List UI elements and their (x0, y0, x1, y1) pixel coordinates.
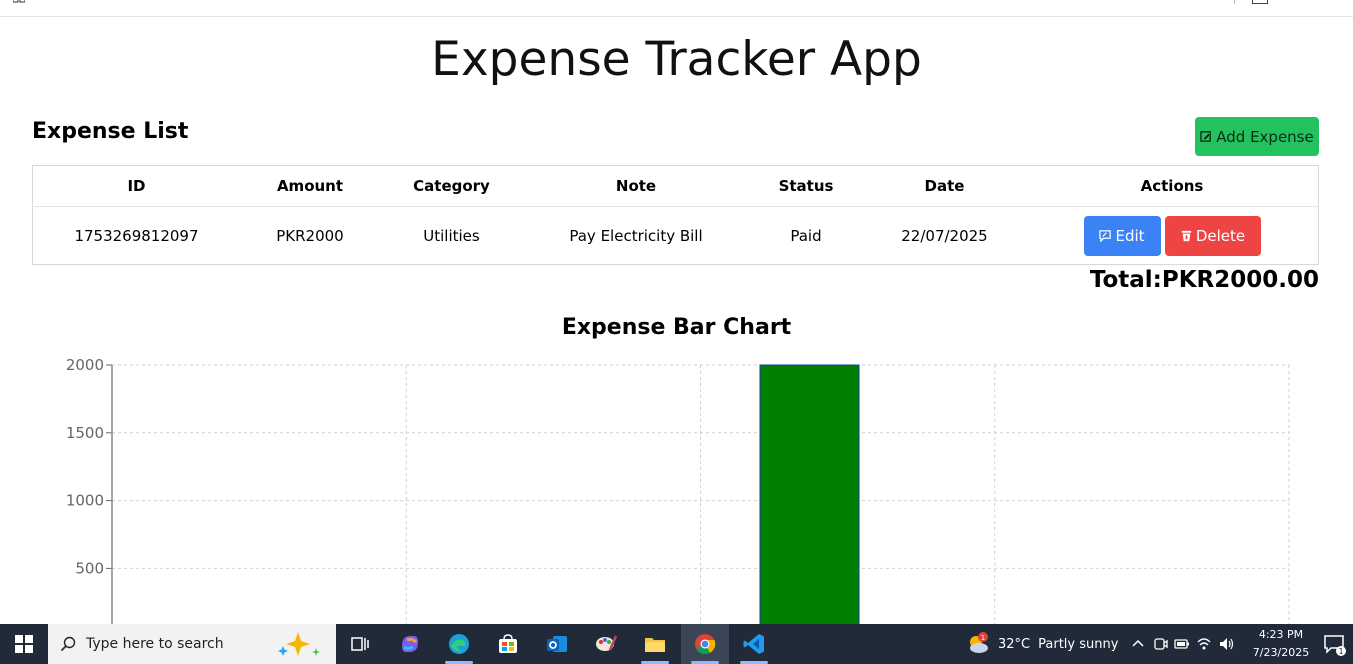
col-header-category: Category (380, 165, 523, 207)
col-header-date: Date (863, 165, 1026, 207)
taskbar-chrome[interactable] (681, 624, 729, 664)
task-view-button[interactable] (336, 624, 384, 664)
search-placeholder: Type here to search (86, 636, 224, 652)
clock-time: 4:23 PM (1258, 628, 1304, 641)
weather-temp: 32°C (998, 636, 1031, 652)
chart-title: Expense Bar Chart (561, 315, 792, 340)
paint-icon (596, 635, 618, 651)
table-header-row: ID Amount Category Note Status Date Acti… (32, 165, 1319, 207)
delete-label: Delete (1195, 226, 1246, 245)
notification-count: 1 (1338, 647, 1343, 656)
row-actions: Edit Delete (1026, 207, 1318, 264)
weather-partly-sunny-icon: 1 (970, 632, 988, 653)
taskbar-store[interactable] (484, 624, 532, 664)
weather-badge: 1 (981, 634, 985, 642)
total-amount: Total:PKR2000.00 (1089, 267, 1319, 293)
toolbar-separator (1234, 0, 1235, 4)
y-tick-label: 2000 (66, 356, 104, 374)
add-note-icon (1200, 131, 1212, 142)
cell-id: 1753269812097 (74, 226, 199, 245)
taskbar-clock[interactable]: 4:23 PM 7/23/2025 (1250, 626, 1312, 662)
cell-status: Paid (790, 226, 822, 245)
outlook-icon (547, 636, 567, 652)
taskbar-file-explorer[interactable] (631, 624, 679, 664)
wifi-icon[interactable] (1196, 636, 1212, 652)
delete-button[interactable]: Delete (1164, 215, 1261, 256)
battery-icon[interactable] (1174, 636, 1190, 652)
copilot-sparkle-icon (278, 632, 320, 656)
col-header-actions: Actions (1026, 165, 1319, 207)
y-tick-label: 1500 (66, 424, 104, 442)
system-tray (1130, 624, 1234, 664)
taskbar-outlook[interactable] (533, 624, 581, 664)
col-header-amount: Amount (240, 165, 380, 207)
cell-actions: Edit Delete (1026, 207, 1319, 265)
windows-logo-icon (15, 635, 33, 653)
y-tick-label: 500 (75, 559, 104, 577)
col-header-id: ID (32, 165, 240, 207)
vscode-icon (743, 634, 764, 654)
edit-label: Edit (1115, 226, 1145, 245)
chevron-up-icon[interactable] (1130, 636, 1146, 652)
cell-category: Utilities (423, 226, 480, 245)
clock-date: 7/23/2025 (1252, 646, 1310, 659)
meet-now-icon[interactable] (1152, 636, 1168, 652)
expense-list-title: Expense List (32, 119, 189, 144)
col-header-note: Note (523, 165, 749, 207)
task-view-icon (351, 637, 369, 651)
store-icon (499, 634, 517, 653)
window-icon[interactable] (1252, 0, 1268, 4)
cell-note: Pay Electricity Bill (569, 226, 703, 245)
weather-desc: Partly sunny (1038, 636, 1119, 652)
chrome-icon (695, 634, 716, 655)
cell-amount: PKR2000 (276, 226, 344, 245)
page-title: Expense Tracker App (431, 32, 922, 87)
taskbar-vscode[interactable] (730, 624, 778, 664)
add-expense-label: Add Expense (1216, 127, 1314, 146)
volume-icon[interactable] (1218, 636, 1234, 652)
taskbar-paint[interactable] (582, 624, 630, 664)
folder-icon (645, 638, 665, 652)
copilot-icon (402, 636, 418, 652)
trash-icon (1181, 230, 1191, 242)
edit-button[interactable]: Edit (1083, 215, 1161, 256)
bar-utilities (759, 364, 860, 624)
add-expense-button[interactable]: Add Expense (1195, 117, 1319, 156)
table-row: 1753269812097 PKR2000 Utilities Pay Elec… (33, 207, 1319, 265)
notification-center-icon[interactable]: 1 (1322, 632, 1346, 656)
start-button[interactable] (0, 624, 48, 664)
expense-table: ID Amount Category Note Status Date Acti… (32, 165, 1319, 265)
edit-icon (1099, 230, 1112, 242)
taskbar-search-box[interactable]: Type here to search (48, 624, 336, 664)
cell-date: 22/07/2025 (901, 226, 988, 245)
tab-grid-icon[interactable] (13, 0, 25, 3)
taskbar-copilot[interactable] (386, 624, 434, 664)
weather-widget[interactable]: 1 32°C Partly sunny (966, 624, 1118, 664)
taskbar: Type here to search 1 32°C Partly sunny (0, 624, 1353, 664)
edge-browser-icon (449, 634, 469, 654)
col-header-status: Status (749, 165, 863, 207)
search-icon (60, 636, 76, 652)
taskbar-edge[interactable] (435, 624, 483, 664)
browser-top-strip (0, 0, 1353, 17)
y-tick-label: 1000 (66, 492, 104, 510)
expense-bar-chart: 500 1000 1500 2000 (66, 356, 1290, 624)
